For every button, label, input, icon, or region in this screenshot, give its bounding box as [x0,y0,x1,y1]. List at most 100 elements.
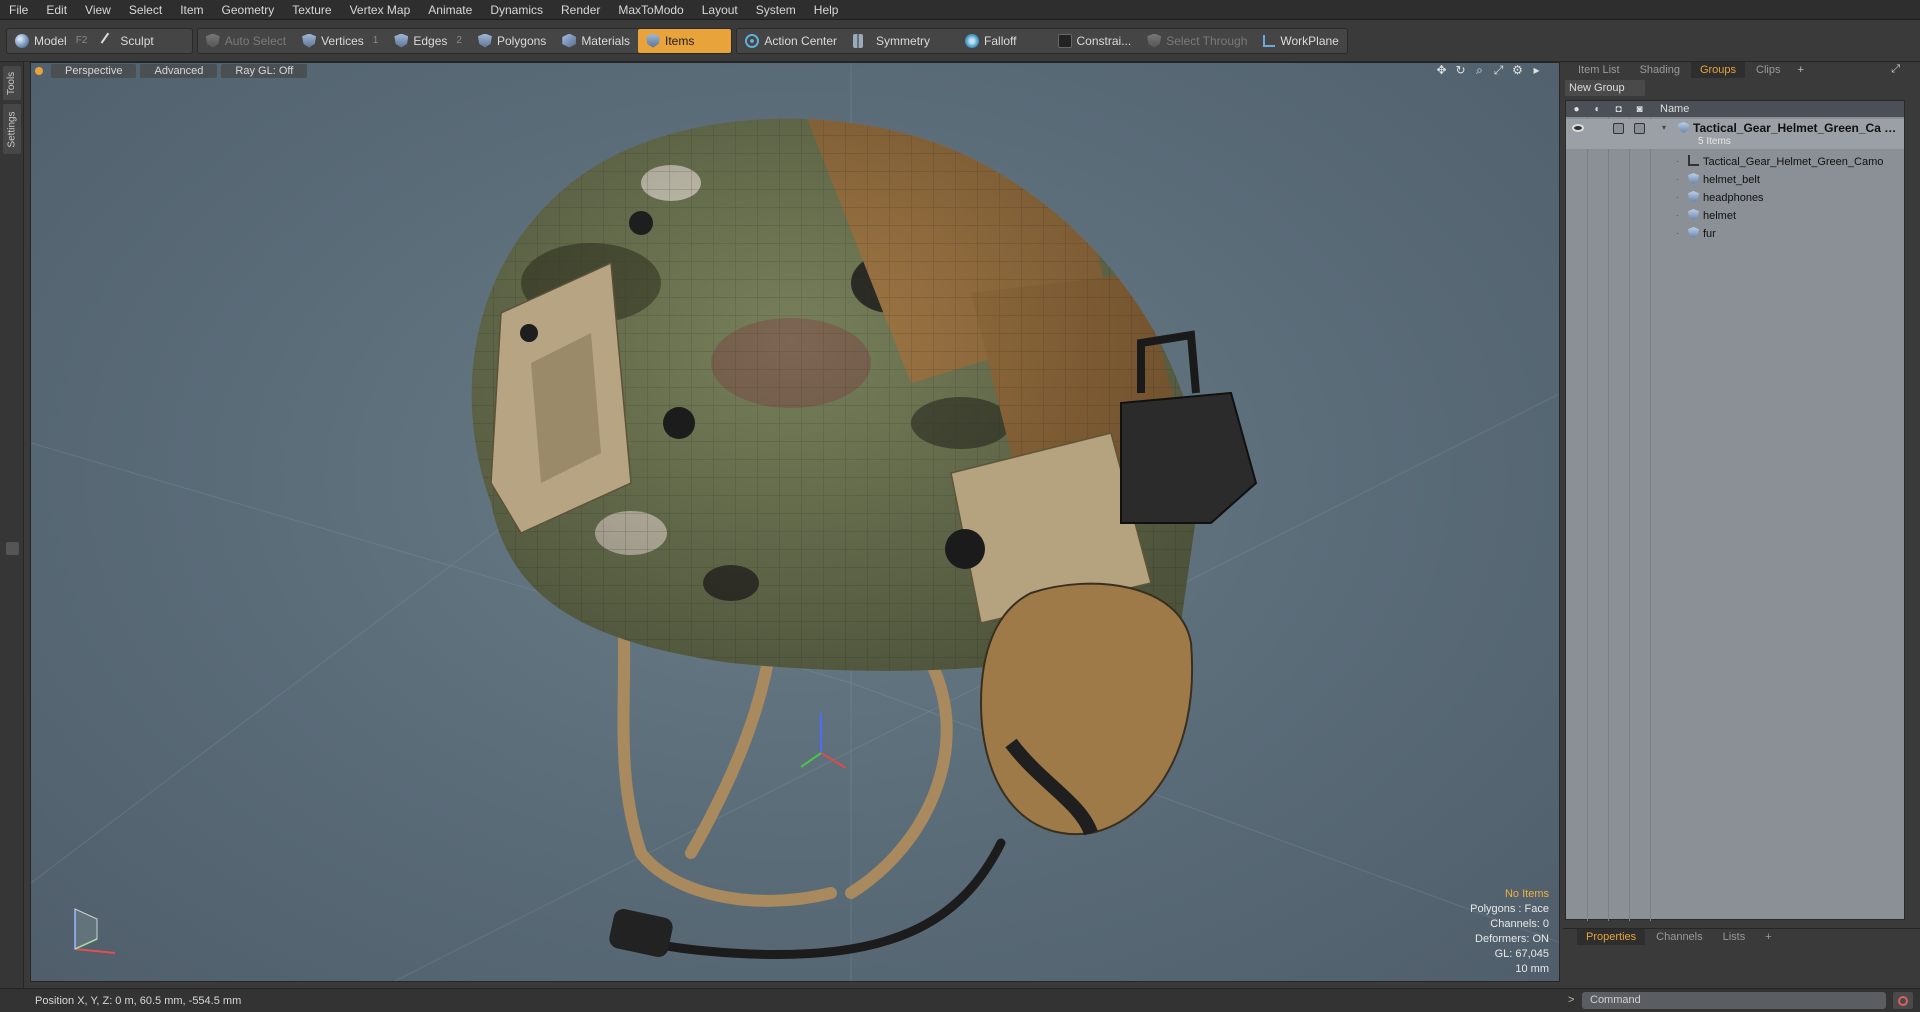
command-input[interactable]: Command [1582,992,1886,1009]
select-through-button[interactable]: Select Through [1139,29,1255,53]
new-group-button[interactable]: New Group [1565,80,1645,96]
shading-dropdown[interactable]: Advanced [140,64,218,78]
gear-icon[interactable]: ⚙ [1511,64,1524,77]
position-readout: Position X, Y, Z: 0 m, 60.5 mm, -554.5 m… [35,994,242,1007]
menu-dynamics[interactable]: Dynamics [481,0,552,20]
falloff-button[interactable]: Falloff [957,29,1049,53]
list-item[interactable]: · fur [1566,224,1904,242]
workplane-icon [1263,34,1276,47]
list-item-label: fur [1688,227,1716,240]
add-tab-icon[interactable]: + [1756,929,1780,945]
list-item-label: Tactical_Gear_Helmet_Green_Camo [1688,155,1883,168]
list-item-label: helmet_belt [1688,173,1760,186]
list-item-label: headphones [1688,191,1764,204]
tab-item-list[interactable]: Item List [1569,62,1629,78]
tab-shading[interactable]: Shading [1631,62,1689,78]
helmet-render [31,63,1559,981]
tab-lists[interactable]: Lists [1714,929,1755,945]
command-history-button[interactable] [1893,992,1913,1009]
collapse-handle[interactable] [6,542,19,555]
zoom-icon[interactable]: ⌕ [1473,64,1486,77]
maximize-icon[interactable]: ⤢ [1492,64,1505,77]
menu-animate[interactable]: Animate [419,0,481,20]
menu-file[interactable]: File [0,0,37,20]
action-center-icon [745,33,760,48]
select-column-icon[interactable]: ◙ [1629,104,1650,115]
menu-view[interactable]: View [76,0,120,20]
view-type-dropdown[interactable]: Perspective [51,64,137,78]
group-row[interactable]: ▾ Tactical_Gear_Helmet_Green_Ca … 5 Item… [1566,119,1904,149]
tab-properties[interactable]: Properties [1577,929,1646,945]
main-toolbar: Model F2 Sculpt Auto Select Vertices 1 E… [0,20,1920,62]
edges-button[interactable]: Edges 2 [386,29,470,53]
group-visibility-eye-icon[interactable] [1572,124,1584,132]
viewport-hud: No Items Polygons : Face Channels: 0 Def… [1470,887,1549,977]
symmetry-button[interactable]: Symmetry [845,29,957,53]
menu-item[interactable]: Item [171,0,212,20]
list-item[interactable]: · Tactical_Gear_Helmet_Green_Camo [1566,152,1904,170]
list-item[interactable]: · helmet [1566,206,1904,224]
group-lock-checkbox[interactable] [1613,123,1624,134]
constraints-button[interactable]: Constrai... [1050,29,1140,53]
tab-clips[interactable]: Clips [1747,62,1789,78]
list-item-label: helmet [1688,209,1736,222]
model-sphere-icon [15,33,29,48]
viewport-menu-dot-icon[interactable] [35,67,43,75]
viewport-header: Perspective Advanced Ray GL: Off [31,63,1559,79]
action-center-button[interactable]: Action Center [737,29,845,53]
name-column-header[interactable]: Name [1650,103,1689,115]
polygons-button[interactable]: Polygons [470,29,554,53]
3d-viewport[interactable]: Perspective Advanced Ray GL: Off ✥ ↻ ⌕ ⤢… [30,62,1560,982]
menu-edit[interactable]: Edit [37,0,76,20]
symmetry-icon [853,33,864,48]
group-icon [1678,122,1689,133]
groups-list: ● ◐ ◘ ◙ Name ▾ Tactical_Gear_Helmet_Gree… [1565,100,1905,921]
list-item[interactable]: · helmet_belt [1566,170,1904,188]
items-icon [646,33,660,48]
menu-system[interactable]: System [747,0,805,20]
tab-channels[interactable]: Channels [1647,929,1711,945]
materials-button[interactable]: Materials [554,29,638,53]
expand-panel-icon[interactable]: ⤢ [1891,63,1900,76]
menu-render[interactable]: Render [552,0,609,20]
vertices-icon [302,33,317,48]
group-item-count: 5 Items [1698,136,1731,147]
hud-selection: No Items [1504,888,1549,900]
selection-mode-group: Auto Select Vertices 1 Edges 2 Polygons … [196,27,733,54]
pan-icon[interactable]: ✥ [1435,64,1448,77]
add-tab-icon[interactable]: + [1791,64,1809,76]
mesh-icon [1688,191,1699,202]
status-bar: Position X, Y, Z: 0 m, 60.5 mm, -554.5 m… [0,988,1920,1012]
menu-bar: File Edit View Select Item Geometry Text… [0,0,1920,20]
lock-column-icon[interactable]: ◘ [1608,104,1629,115]
vertices-button[interactable]: Vertices 1 [294,29,386,53]
hud-polygons: Polygons : Face [1470,903,1549,915]
menu-maxtomodo[interactable]: MaxToModo [609,0,692,20]
brush-icon [101,32,118,49]
tab-tools[interactable]: Tools [3,66,21,100]
list-item[interactable]: · headphones [1566,188,1904,206]
items-button[interactable]: Items [638,28,732,53]
tab-groups[interactable]: Groups [1690,62,1746,78]
sculpt-button[interactable]: Sculpt [95,29,161,53]
group-expand-icon[interactable]: ▾ [1662,123,1666,132]
render-column-icon[interactable]: ◐ [1587,104,1608,115]
raygl-dropdown[interactable]: Ray GL: Off [221,64,308,78]
chevron-right-icon[interactable]: ▸ [1530,64,1543,77]
menu-layout[interactable]: Layout [693,0,747,20]
tab-settings[interactable]: Settings [3,104,21,154]
model-button[interactable]: Model F2 [7,29,95,53]
workplane-button[interactable]: WorkPlane [1255,29,1346,53]
axis-orientation-icon [74,908,116,954]
menu-geometry[interactable]: Geometry [213,0,284,20]
menu-select[interactable]: Select [120,0,171,20]
visibility-column-eye-icon[interactable]: ● [1566,104,1587,115]
menu-help[interactable]: Help [805,0,848,20]
hud-channels: Channels: 0 [1490,918,1549,930]
group-select-checkbox[interactable] [1634,123,1645,134]
menu-vertex-map[interactable]: Vertex Map [341,0,420,20]
rotate-icon[interactable]: ↻ [1454,64,1467,77]
tool-options-group: Action Center Symmetry Falloff Constrai.… [736,27,1348,54]
auto-select-button[interactable]: Auto Select [198,29,294,53]
menu-texture[interactable]: Texture [283,0,340,20]
